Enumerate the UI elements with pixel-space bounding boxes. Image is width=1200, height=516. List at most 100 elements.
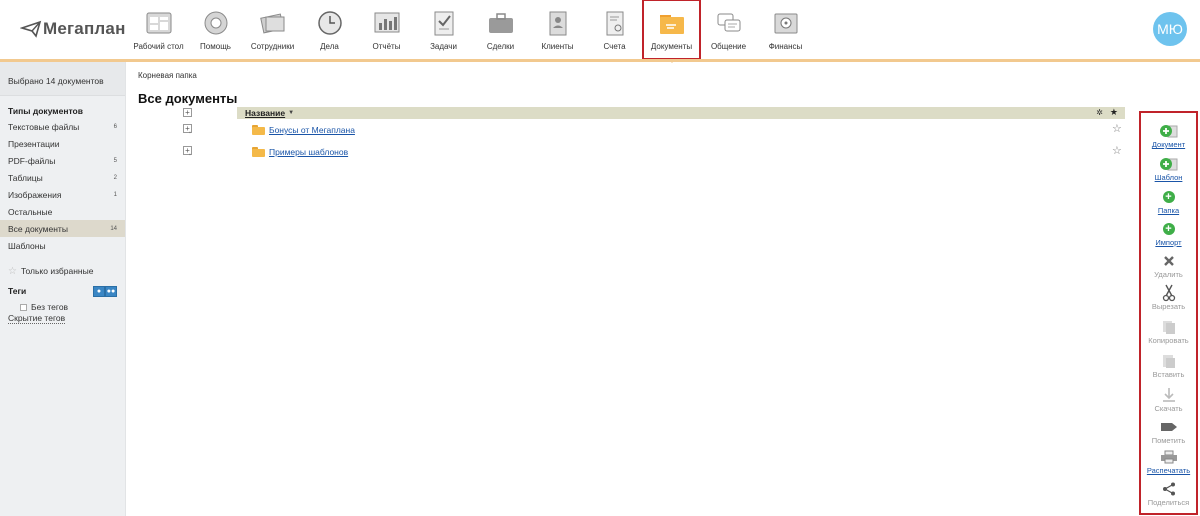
mark-button[interactable]: Пометить bbox=[1141, 419, 1196, 445]
single-user-icon[interactable]: ● bbox=[93, 285, 105, 297]
paste-button[interactable]: Вставить bbox=[1141, 353, 1196, 379]
add-template-icon bbox=[1159, 158, 1177, 171]
doc-types-title: Типы документов bbox=[8, 106, 83, 116]
invoice-icon bbox=[606, 11, 623, 36]
sidebar-item-label: Текстовые файлы bbox=[8, 121, 80, 132]
sort-arrow-icon[interactable]: ▼ bbox=[288, 110, 294, 116]
table-row[interactable]: Примеры шаблонов bbox=[252, 145, 348, 159]
nav-item-documents[interactable]: Документы bbox=[642, 0, 701, 63]
chat-icon bbox=[717, 13, 740, 32]
column-name-header[interactable]: Название bbox=[245, 108, 285, 118]
folder-icon bbox=[252, 147, 265, 157]
nav-label: Сотрудники bbox=[250, 42, 295, 51]
sidebar-item-pdf[interactable]: PDF-файлы 5 bbox=[0, 152, 125, 169]
table-row[interactable]: Бонусы от Мегаплана bbox=[252, 123, 355, 137]
sidebar-item-other[interactable]: Остальные bbox=[0, 203, 125, 220]
delete-button[interactable]: Удалить bbox=[1141, 253, 1196, 279]
nav-label: Помощь bbox=[200, 42, 231, 51]
folder-link[interactable]: Примеры шаблонов bbox=[269, 147, 348, 157]
sidebar-item-all-documents[interactable]: Все документы 14 bbox=[0, 220, 125, 237]
action-label: Распечатать bbox=[1146, 466, 1191, 475]
folder-link[interactable]: Бонусы от Мегаплана bbox=[269, 125, 355, 135]
nav-label: Документы bbox=[650, 42, 693, 51]
multi-user-icon[interactable]: ●● bbox=[105, 285, 117, 297]
delete-x-icon bbox=[1163, 256, 1174, 266]
nav-item-desktop[interactable]: Рабочий стол bbox=[130, 0, 187, 59]
print-button[interactable]: Распечатать bbox=[1141, 449, 1196, 475]
tag-mark-icon bbox=[1160, 423, 1177, 431]
main-nav: Рабочий стол Помощь Сотрудники Дела Отчё… bbox=[130, 0, 814, 63]
no-tags-checkbox[interactable] bbox=[20, 303, 27, 311]
nav-item-clients[interactable]: Клиенты bbox=[529, 0, 586, 59]
nav-item-employees[interactable]: Сотрудники bbox=[244, 0, 301, 59]
briefcase-icon bbox=[488, 13, 513, 33]
tags-view-toggle[interactable]: ● ●● bbox=[93, 285, 117, 297]
nav-label: Дела bbox=[320, 42, 339, 51]
add-template-button[interactable]: Шаблон bbox=[1141, 156, 1196, 182]
no-tags-label: Без тегов bbox=[31, 302, 69, 312]
tasks-checklist-icon bbox=[434, 11, 453, 36]
sidebar-item-tables[interactable]: Таблицы 2 bbox=[0, 169, 125, 186]
copy-button[interactable]: Копировать bbox=[1141, 319, 1196, 345]
favorite-column-star-icon[interactable]: ★ bbox=[1110, 107, 1118, 118]
add-folder-button[interactable]: + Папка bbox=[1141, 189, 1196, 215]
add-folder-icon: + bbox=[1162, 191, 1175, 203]
expand-sub-indicator: ▪ bbox=[189, 130, 191, 136]
sidebar-item-count: 1 bbox=[113, 191, 117, 198]
nav-item-chat[interactable]: Общение bbox=[700, 0, 757, 59]
gear-icon[interactable]: ✲ bbox=[1096, 108, 1103, 117]
doc-types-list: Текстовые файлы 6 Презентации PDF-файлы 5 … bbox=[0, 118, 125, 254]
favorites-label: Только избранные bbox=[20, 266, 94, 276]
sidebar-item-label: PDF-файлы bbox=[8, 155, 56, 166]
employees-icon bbox=[259, 13, 284, 34]
selected-summary: Выбрано 14 документов bbox=[0, 62, 125, 96]
expand-all-icon[interactable]: + bbox=[183, 108, 192, 117]
no-tags-option[interactable]: Без тегов bbox=[0, 301, 125, 313]
action-label: Удалить bbox=[1154, 270, 1183, 279]
app-logo[interactable]: Мегаплан bbox=[20, 18, 126, 40]
top-navbar: Мегаплан Рабочий стол Помощь Сотрудники … bbox=[0, 0, 1200, 63]
table-header: Название ▼ ✲ ★ bbox=[237, 107, 1125, 119]
safe-icon bbox=[774, 13, 797, 34]
nav-item-invoices[interactable]: Счета bbox=[586, 0, 643, 59]
avatar[interactable]: МЮ bbox=[1153, 12, 1187, 46]
sidebar-item-presentations[interactable]: Презентации bbox=[0, 135, 125, 152]
nav-item-reports[interactable]: Отчёты bbox=[358, 0, 415, 59]
sidebar-item-count: 6 bbox=[113, 123, 117, 130]
nav-item-help[interactable]: Помощь bbox=[187, 0, 244, 59]
breadcrumb[interactable]: Корневая папка bbox=[138, 71, 197, 80]
hide-tags-link[interactable]: Скрытие тегов bbox=[8, 313, 66, 324]
download-icon bbox=[1162, 388, 1175, 402]
favorites-filter[interactable]: ☆ Только избранные bbox=[0, 263, 125, 279]
help-lifebuoy-icon bbox=[204, 11, 227, 35]
action-label: Импорт bbox=[1155, 238, 1182, 247]
add-document-icon bbox=[1159, 125, 1177, 138]
sidebar-item-images[interactable]: Изображения 1 bbox=[0, 186, 125, 203]
import-button[interactable]: + Импорт bbox=[1141, 221, 1196, 247]
nav-item-finance[interactable]: Финансы bbox=[757, 0, 814, 59]
action-label: Вставить bbox=[1152, 370, 1185, 379]
share-button[interactable]: Поделиться bbox=[1141, 481, 1196, 507]
row-favorite-star-icon[interactable]: ☆ bbox=[1112, 144, 1122, 157]
sidebar-item-text-files[interactable]: Текстовые файлы 6 bbox=[0, 118, 125, 135]
paste-icon bbox=[1162, 355, 1175, 368]
sidebar-item-label: Презентации bbox=[8, 138, 60, 149]
action-label: Документ bbox=[1151, 140, 1186, 149]
action-label: Скачать bbox=[1154, 404, 1183, 413]
sidebar-item-label: Все документы bbox=[8, 223, 68, 234]
action-label: Шаблон bbox=[1154, 173, 1183, 182]
sidebar-item-templates[interactable]: Шаблоны bbox=[0, 237, 125, 254]
nav-item-tasks[interactable]: Задачи bbox=[415, 0, 472, 59]
cut-button[interactable]: Вырезать bbox=[1141, 284, 1196, 311]
sidebar: Выбрано 14 документов Типы документов Те… bbox=[0, 62, 126, 516]
nav-item-deals[interactable]: Сделки bbox=[472, 0, 529, 59]
download-button[interactable]: Скачать bbox=[1141, 387, 1196, 413]
import-icon: + bbox=[1162, 223, 1175, 235]
nav-item-tasks-cases[interactable]: Дела bbox=[301, 0, 358, 59]
nav-label: Сделки bbox=[486, 42, 515, 51]
action-label: Пометить bbox=[1151, 436, 1186, 445]
add-document-button[interactable]: Документ bbox=[1141, 123, 1196, 149]
row-favorite-star-icon[interactable]: ☆ bbox=[1112, 122, 1122, 135]
clients-book-icon bbox=[549, 11, 566, 36]
sidebar-item-label: Шаблоны bbox=[8, 240, 46, 251]
